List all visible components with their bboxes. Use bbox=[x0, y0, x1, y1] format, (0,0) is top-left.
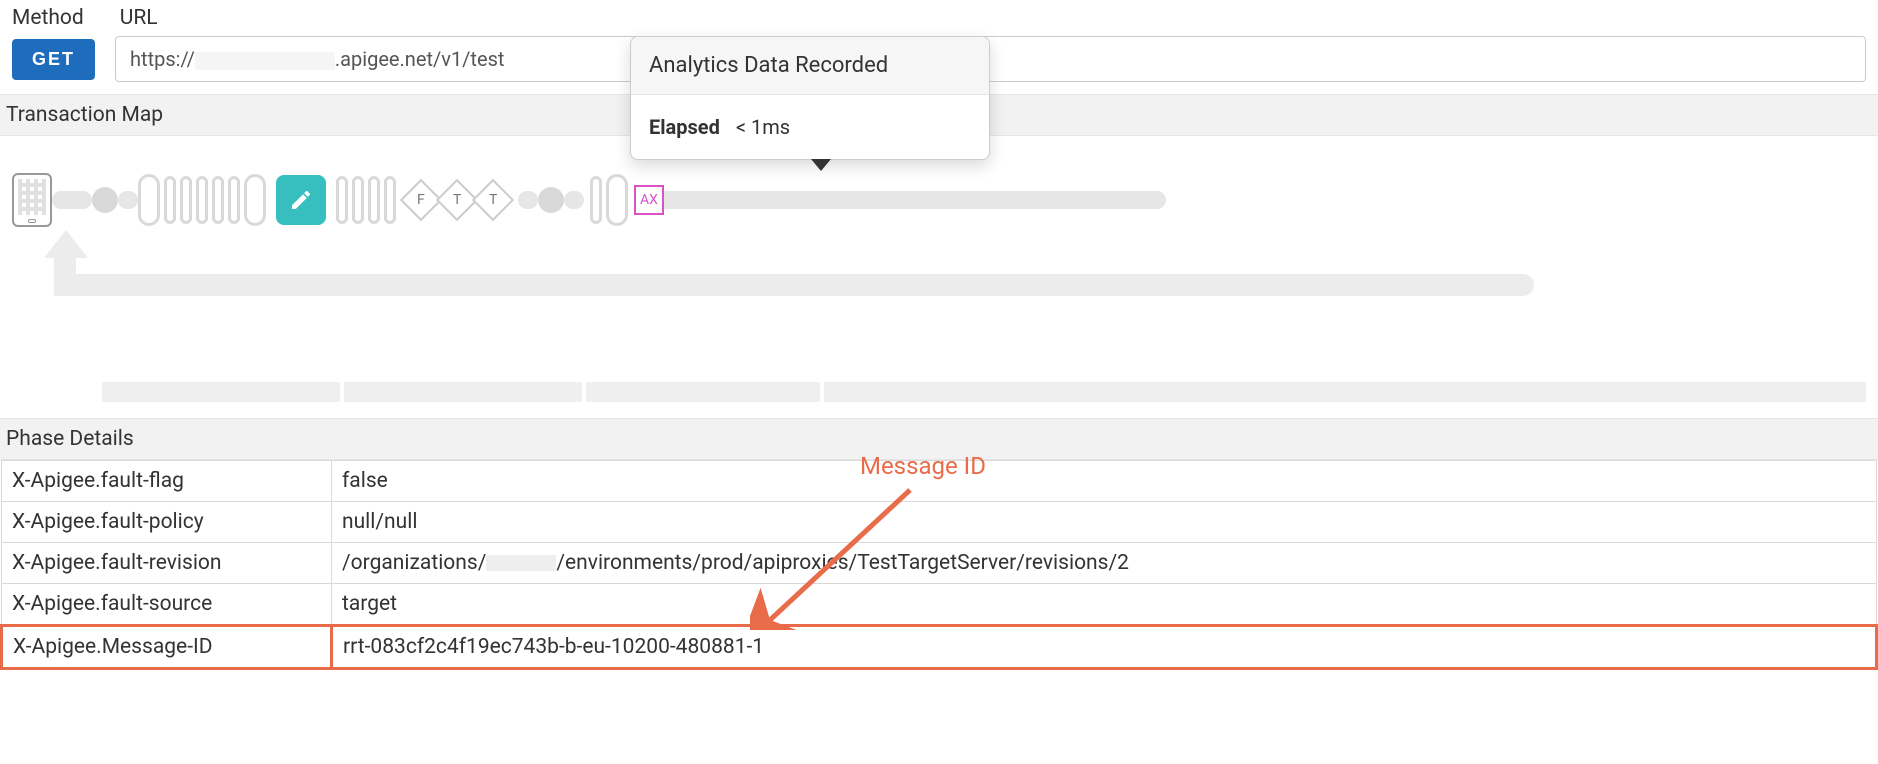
map-pill[interactable] bbox=[196, 176, 208, 224]
phase-slice[interactable] bbox=[344, 382, 582, 402]
condition-t-label: T bbox=[453, 192, 461, 208]
phase-value: target bbox=[332, 584, 1877, 626]
map-node[interactable] bbox=[92, 187, 118, 213]
map-pill[interactable] bbox=[384, 176, 396, 224]
map-pill[interactable] bbox=[244, 174, 266, 226]
phase-value: rrt-083cf2c4f19ec743b-b-eu-10200-480881-… bbox=[332, 626, 1877, 669]
phase-slice[interactable] bbox=[586, 382, 820, 402]
table-row: X-Apigee.fault-revision/organizations//e… bbox=[2, 543, 1877, 584]
tooltip-analytics: Analytics Data Recorded Elapsed < 1ms bbox=[630, 36, 990, 160]
map-connector bbox=[518, 191, 538, 209]
map-node[interactable] bbox=[538, 187, 564, 213]
map-pill[interactable] bbox=[212, 176, 224, 224]
map-pill[interactable] bbox=[368, 176, 380, 224]
analytics-ax-label: AX bbox=[640, 192, 658, 208]
edit-policy-tile[interactable] bbox=[276, 175, 326, 225]
map-pill[interactable] bbox=[336, 176, 348, 224]
phase-name: X-Apigee.fault-revision bbox=[2, 543, 332, 584]
phase-slice[interactable] bbox=[824, 382, 1866, 402]
return-flow-arrow-icon bbox=[14, 236, 1534, 296]
tooltip-pointer-icon bbox=[811, 159, 831, 171]
client-device-icon[interactable] bbox=[12, 173, 52, 227]
phase-name: X-Apigee.Message-ID bbox=[2, 626, 332, 669]
map-pill[interactable] bbox=[180, 176, 192, 224]
phase-details-table: X-Apigee.fault-flagfalseX-Apigee.fault-p… bbox=[0, 460, 1878, 670]
redacted-org-icon bbox=[486, 555, 556, 571]
url-redacted-host-icon bbox=[195, 52, 335, 70]
map-pill[interactable] bbox=[228, 176, 240, 224]
method-get-button[interactable]: GET bbox=[12, 39, 95, 80]
map-pill[interactable] bbox=[590, 176, 602, 224]
phase-name: X-Apigee.fault-source bbox=[2, 584, 332, 626]
table-row: X-Apigee.fault-policynull/null bbox=[2, 502, 1877, 543]
tooltip-elapsed-label: Elapsed bbox=[649, 115, 720, 139]
table-row: X-Apigee.Message-IDrrt-083cf2c4f19ec743b… bbox=[2, 626, 1877, 669]
tooltip-title: Analytics Data Recorded bbox=[631, 37, 989, 95]
url-prefix: https:// bbox=[130, 47, 195, 71]
map-pill[interactable] bbox=[352, 176, 364, 224]
map-connector bbox=[564, 191, 584, 209]
map-pill[interactable] bbox=[606, 174, 628, 226]
condition-t-label: T bbox=[489, 192, 497, 208]
map-pill[interactable] bbox=[164, 176, 176, 224]
url-suffix: .apigee.net/v1/test bbox=[335, 47, 505, 71]
phase-value: /organizations//environments/prod/apipro… bbox=[332, 543, 1877, 584]
phase-slice[interactable] bbox=[102, 382, 340, 402]
phase-value: false bbox=[332, 461, 1877, 502]
phase-name: X-Apigee.fault-policy bbox=[2, 502, 332, 543]
tooltip-elapsed-value: < 1ms bbox=[736, 115, 790, 139]
phase-value: null/null bbox=[332, 502, 1877, 543]
transaction-map: F T T AX bbox=[12, 160, 1866, 240]
url-label: URL bbox=[120, 6, 158, 30]
url-input[interactable]: https:// .apigee.net/v1/test bbox=[115, 36, 1866, 82]
map-pill[interactable] bbox=[138, 174, 160, 226]
map-connector bbox=[664, 191, 1166, 209]
method-label: Method bbox=[12, 6, 84, 30]
analytics-node[interactable]: AX bbox=[634, 185, 664, 215]
pencil-icon bbox=[289, 188, 313, 212]
annotation-message-id-label: Message ID bbox=[860, 452, 986, 480]
condition-node[interactable]: T bbox=[472, 179, 514, 221]
phase-name: X-Apigee.fault-flag bbox=[2, 461, 332, 502]
table-row: X-Apigee.fault-sourcetarget bbox=[2, 584, 1877, 626]
condition-f-label: F bbox=[417, 192, 425, 208]
map-connector bbox=[52, 191, 92, 209]
map-connector bbox=[118, 191, 138, 209]
